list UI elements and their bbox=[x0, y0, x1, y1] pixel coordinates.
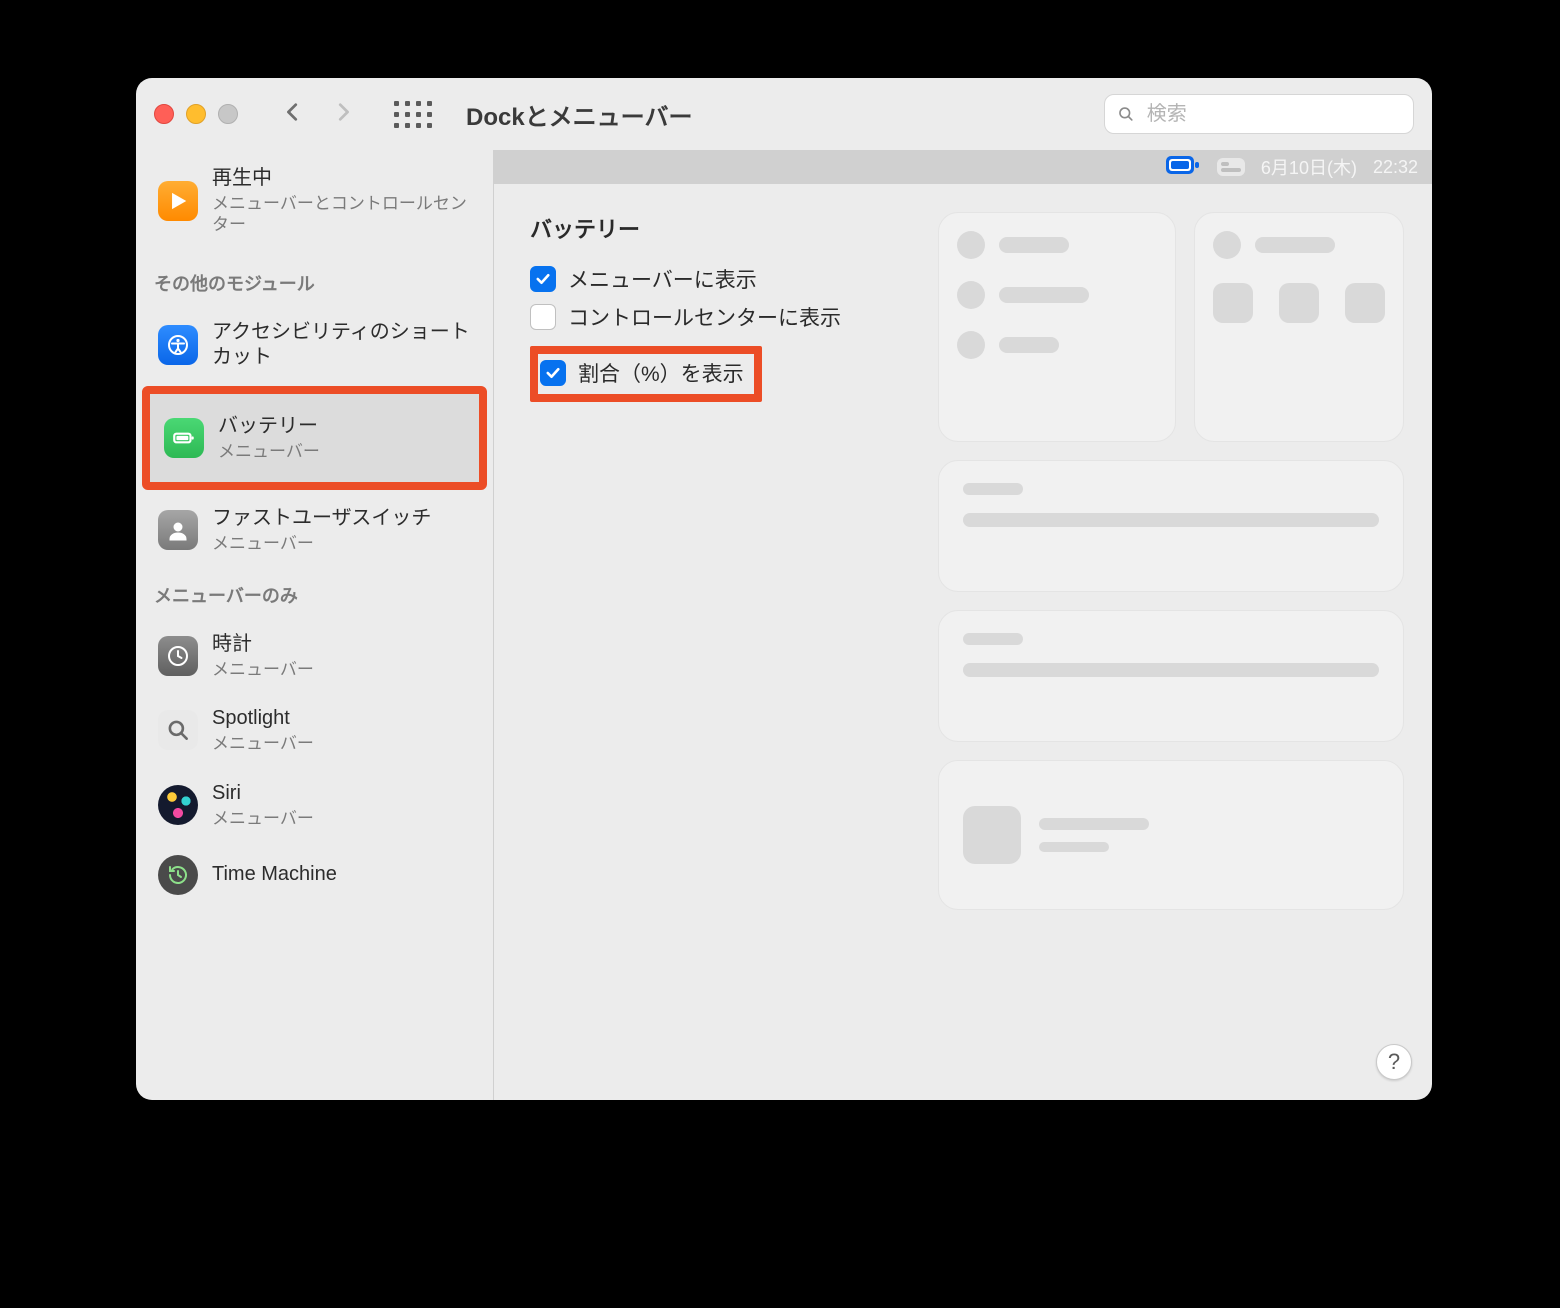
sidebar-item-battery[interactable]: バッテリー メニューバー bbox=[150, 394, 479, 482]
preview-card bbox=[938, 212, 1176, 442]
highlight-battery-item: バッテリー メニューバー bbox=[142, 386, 487, 490]
siri-icon bbox=[158, 785, 198, 825]
sidebar-item-spotlight[interactable]: Spotlight メニューバー bbox=[144, 694, 485, 766]
search-field[interactable] bbox=[1104, 94, 1414, 134]
spotlight-icon bbox=[158, 710, 198, 750]
close-window-button[interactable] bbox=[154, 104, 174, 124]
sidebar-item-label: 再生中 bbox=[212, 166, 471, 191]
control-center-preview bbox=[938, 212, 1404, 910]
help-label: ? bbox=[1388, 1049, 1400, 1075]
battery-settings: バッテリー メニューバーに表示 コントロールセンターに表示 bbox=[530, 212, 910, 910]
help-button[interactable]: ? bbox=[1376, 1044, 1412, 1080]
sidebar-item-label: Spotlight bbox=[212, 706, 314, 731]
preview-card bbox=[1194, 212, 1404, 442]
minimize-window-button[interactable] bbox=[186, 104, 206, 124]
sidebar-item-fast-user-switch[interactable]: ファストユーザスイッチ メニューバー bbox=[144, 494, 485, 566]
menubar-battery-icon bbox=[1165, 154, 1201, 181]
nav-buttons bbox=[282, 101, 354, 128]
chevron-right-icon bbox=[332, 101, 354, 123]
sidebar-item-label: Siri bbox=[212, 781, 314, 806]
clock-icon bbox=[158, 636, 198, 676]
sidebar-item-label: ファストユーザスイッチ bbox=[212, 506, 431, 531]
traffic-lights bbox=[154, 104, 238, 124]
sidebar-item-accessibility[interactable]: アクセシビリティのショートカット bbox=[144, 308, 485, 382]
sidebar-item-sub: メニューバー bbox=[218, 441, 320, 462]
menubar-preview: 6月10日(木) 22:32 bbox=[494, 150, 1432, 184]
toolbar: Dockとメニューバー bbox=[136, 78, 1432, 150]
sidebar-item-label: 時計 bbox=[212, 632, 314, 657]
main-pane: 6月10日(木) 22:32 バッテリー メニューバーに表示 bbox=[494, 150, 1432, 1100]
back-button[interactable] bbox=[282, 101, 304, 128]
sidebar-item-now-playing[interactable]: 再生中 メニューバーとコントロールセンター bbox=[144, 154, 485, 248]
checkbox-show-percentage[interactable]: 割合（%）を表示 bbox=[530, 346, 762, 402]
sidebar-item-label: バッテリー bbox=[218, 414, 320, 439]
menubar-time: 22:32 bbox=[1373, 157, 1418, 178]
sidebar-section-other-modules: その他のモジュール bbox=[136, 256, 493, 306]
sidebar-item-time-machine[interactable]: Time Machine bbox=[144, 843, 485, 907]
checkbox-show-in-control-center[interactable]: コントロールセンターに表示 bbox=[530, 302, 910, 332]
checkbox-icon bbox=[530, 304, 556, 330]
zoom-window-button[interactable] bbox=[218, 104, 238, 124]
preferences-window: Dockとメニューバー 再生中 メニューバーとコントロー bbox=[136, 78, 1432, 1100]
user-icon bbox=[158, 510, 198, 550]
sidebar-item-sub: メニューバー bbox=[212, 733, 314, 754]
checkbox-label: メニューバーに表示 bbox=[568, 264, 757, 294]
settings-heading: バッテリー bbox=[530, 212, 910, 244]
checkbox-icon bbox=[540, 360, 566, 386]
menubar-date: 6月10日(木) bbox=[1261, 154, 1357, 180]
checkbox-label: コントロールセンターに表示 bbox=[568, 302, 841, 332]
sidebar-item-label: アクセシビリティのショートカット bbox=[212, 320, 471, 370]
preview-card bbox=[938, 460, 1404, 592]
sidebar-item-sub: メニューバー bbox=[212, 659, 314, 680]
window-title: Dockとメニューバー bbox=[466, 97, 692, 132]
sidebar-item-label: Time Machine bbox=[212, 862, 337, 887]
sidebar: 再生中 メニューバーとコントロールセンター その他のモジュール アクセシビリティ… bbox=[136, 150, 494, 1100]
sidebar-item-siri[interactable]: Siri メニューバー bbox=[144, 769, 485, 841]
search-icon bbox=[1117, 104, 1135, 124]
now-playing-icon bbox=[158, 181, 198, 221]
menubar-control-center-icon bbox=[1217, 158, 1245, 176]
sidebar-section-menubar-only: メニューバーのみ bbox=[136, 568, 493, 618]
search-input[interactable] bbox=[1145, 102, 1401, 127]
sidebar-item-sub: メニューバー bbox=[212, 808, 314, 829]
time-machine-icon bbox=[158, 855, 198, 895]
sidebar-item-sub: メニューバーとコントロールセンター bbox=[212, 193, 471, 236]
chevron-left-icon bbox=[282, 101, 304, 123]
checkbox-label: 割合（%）を表示 bbox=[578, 358, 744, 388]
accessibility-icon bbox=[158, 325, 198, 365]
battery-icon bbox=[164, 418, 204, 458]
sidebar-item-sub: メニューバー bbox=[212, 533, 431, 554]
preview-card bbox=[938, 760, 1404, 910]
checkbox-show-in-menubar[interactable]: メニューバーに表示 bbox=[530, 264, 910, 294]
show-all-prefs-button[interactable] bbox=[394, 101, 432, 128]
checkbox-icon bbox=[530, 266, 556, 292]
sidebar-item-clock[interactable]: 時計 メニューバー bbox=[144, 620, 485, 692]
forward-button[interactable] bbox=[332, 101, 354, 128]
preview-card bbox=[938, 610, 1404, 742]
